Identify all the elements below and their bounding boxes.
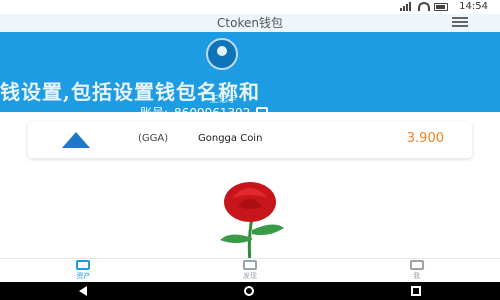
status-icons <box>400 2 448 11</box>
account-number: 8609961392 <box>174 106 250 113</box>
gongga-coin-icon <box>62 132 90 148</box>
discover-icon <box>243 260 257 270</box>
avatar[interactable] <box>206 38 238 70</box>
account-label: 账号: <box>140 104 168 112</box>
status-bar: 14:54 <box>0 0 500 14</box>
overlay-caption: 钱设置,包括设置钱包名称和 <box>0 80 260 104</box>
rose-illustration <box>220 182 284 264</box>
system-nav-bar <box>0 282 500 300</box>
profile-icon <box>409 260 424 270</box>
tab-discover[interactable]: 发现 <box>167 259 334 282</box>
copy-icon[interactable] <box>256 106 269 112</box>
home-icon[interactable] <box>243 286 254 296</box>
page-title: Ctoken钱包 <box>0 14 500 32</box>
signal-icon <box>400 2 414 11</box>
battery-icon <box>434 2 448 11</box>
coin-symbol: (GGA) <box>138 133 169 144</box>
coin-name: Gongga Coin <box>198 133 263 144</box>
back-icon[interactable] <box>78 286 87 296</box>
status-time: 14:54 <box>459 1 488 12</box>
tab-label: 我 <box>413 272 421 280</box>
menu-button[interactable] <box>452 15 468 29</box>
account-row: 账号: 8609961392 <box>140 104 269 113</box>
coin-list-item[interactable]: (GGA) Gongga Coin 3.900 <box>28 122 472 158</box>
wallet-icon <box>76 260 91 270</box>
coin-balance: 3.900 <box>406 131 444 146</box>
tab-me[interactable]: 我 <box>333 259 500 282</box>
recent-apps-icon[interactable] <box>411 286 422 296</box>
bottom-nav: 资产 发现 我 <box>0 258 500 282</box>
tab-label: 资产 <box>76 272 91 280</box>
tab-assets[interactable]: 资产 <box>0 259 167 282</box>
wifi-icon <box>418 2 430 11</box>
wallet-header: Ctoken钱包 钱设置,包括设置钱包名称和 王思宇 账号: 860996139… <box>0 14 500 112</box>
menu-icon <box>452 17 468 19</box>
tab-label: 发现 <box>243 272 257 280</box>
